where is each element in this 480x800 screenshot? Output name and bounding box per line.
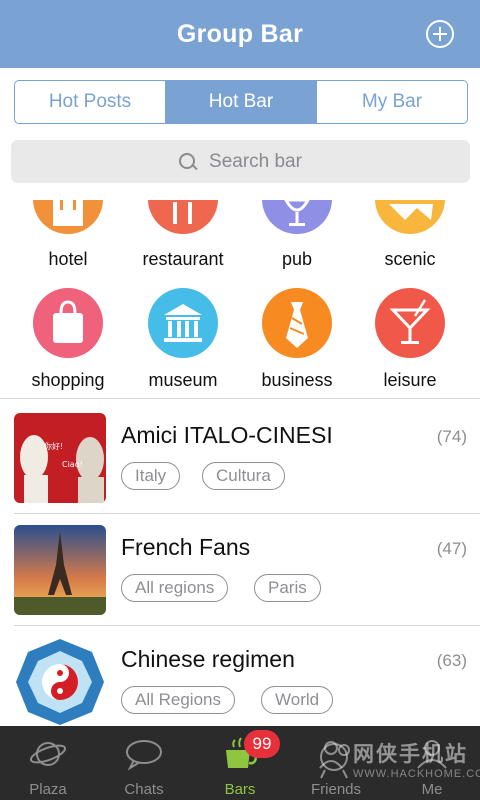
category-label: leisure bbox=[383, 370, 437, 390]
bottom-tab-bar: Plaza Chats 99 Bars Friends Me bbox=[0, 726, 480, 800]
tab-label: Me bbox=[421, 781, 443, 798]
category-label: pub bbox=[281, 249, 313, 269]
tab-my-bar[interactable]: My Bar bbox=[317, 81, 467, 123]
search-placeholder: Search bar bbox=[209, 150, 302, 172]
unread-badge: 99 bbox=[244, 730, 280, 758]
category-label: scenic bbox=[384, 249, 436, 269]
tag[interactable]: Paris bbox=[254, 574, 321, 602]
chat-bubbles-icon bbox=[126, 740, 162, 771]
member-count: (63) bbox=[436, 651, 467, 670]
category-label: hotel bbox=[48, 249, 88, 269]
group-avatar bbox=[14, 525, 106, 615]
shopping-bag-icon bbox=[33, 288, 103, 358]
member-count: (74) bbox=[436, 427, 467, 446]
restaurant-icon bbox=[148, 200, 218, 234]
list-item[interactable]: French Fans (47) All regions Paris bbox=[0, 514, 480, 626]
category-grid: hotel restaurant pub scenic shopping mus… bbox=[0, 200, 480, 398]
member-count: (47) bbox=[436, 539, 467, 558]
group-avatar bbox=[14, 637, 106, 727]
me-icon bbox=[417, 740, 447, 769]
scenic-icon bbox=[375, 200, 445, 234]
divider bbox=[0, 398, 480, 399]
group-title: Chinese regimen bbox=[121, 646, 295, 672]
tab-friends[interactable]: Friends bbox=[288, 726, 384, 800]
tab-chats[interactable]: Chats bbox=[96, 726, 192, 800]
category-label: museum bbox=[148, 370, 218, 390]
tab-hot-bar[interactable]: Hot Bar bbox=[166, 81, 317, 123]
tab-label: Friends bbox=[310, 781, 362, 798]
tag[interactable]: All regions bbox=[121, 574, 229, 602]
list-item[interactable]: Chinese regimen (63) All Regions World bbox=[0, 626, 480, 738]
page-title: Group Bar bbox=[176, 19, 304, 48]
tag[interactable]: World bbox=[261, 686, 334, 714]
tab-bars[interactable]: 99 Bars bbox=[192, 726, 288, 800]
cocktail-icon bbox=[375, 288, 445, 358]
tag[interactable]: All Regions bbox=[121, 686, 235, 714]
thumb-caption-1: 你好! bbox=[44, 441, 63, 451]
tag[interactable]: Italy bbox=[121, 462, 181, 490]
list-item[interactable]: 你好! Ciao! Amici ITALO-CINESI (74) Italy … bbox=[0, 402, 480, 514]
segmented-tabs: Hot Posts Hot Bar My Bar bbox=[14, 80, 468, 124]
group-title: French Fans bbox=[121, 534, 251, 560]
group-avatar: 你好! Ciao! bbox=[14, 413, 106, 503]
hotel-icon bbox=[33, 200, 103, 234]
tab-hot-posts[interactable]: Hot Posts bbox=[15, 81, 166, 123]
category-label: restaurant bbox=[142, 249, 224, 269]
wine-glass-icon bbox=[262, 200, 332, 234]
tab-me[interactable]: Me bbox=[384, 726, 480, 800]
friends-icon bbox=[319, 741, 350, 769]
thumb-caption-2: Ciao! bbox=[62, 460, 83, 469]
museum-icon bbox=[148, 288, 218, 358]
tab-plaza[interactable]: Plaza bbox=[0, 726, 96, 800]
nav-header: Group Bar bbox=[0, 0, 480, 68]
search-input[interactable]: Search bar bbox=[11, 140, 470, 183]
search-icon bbox=[179, 152, 197, 171]
group-bar-screen: Group Bar Hot Posts Hot Bar My Bar Searc… bbox=[0, 0, 480, 800]
tag[interactable]: Cultura bbox=[202, 462, 285, 490]
plus-circle-icon[interactable] bbox=[426, 20, 454, 48]
category-label: business bbox=[261, 370, 333, 390]
tab-label: Plaza bbox=[29, 781, 67, 798]
tie-icon bbox=[262, 288, 332, 358]
planet-icon bbox=[29, 742, 67, 766]
category-label: shopping bbox=[31, 370, 105, 390]
group-title: Amici ITALO-CINESI bbox=[121, 422, 333, 448]
tab-label: Bars bbox=[224, 781, 256, 798]
tab-label: Chats bbox=[124, 781, 164, 798]
